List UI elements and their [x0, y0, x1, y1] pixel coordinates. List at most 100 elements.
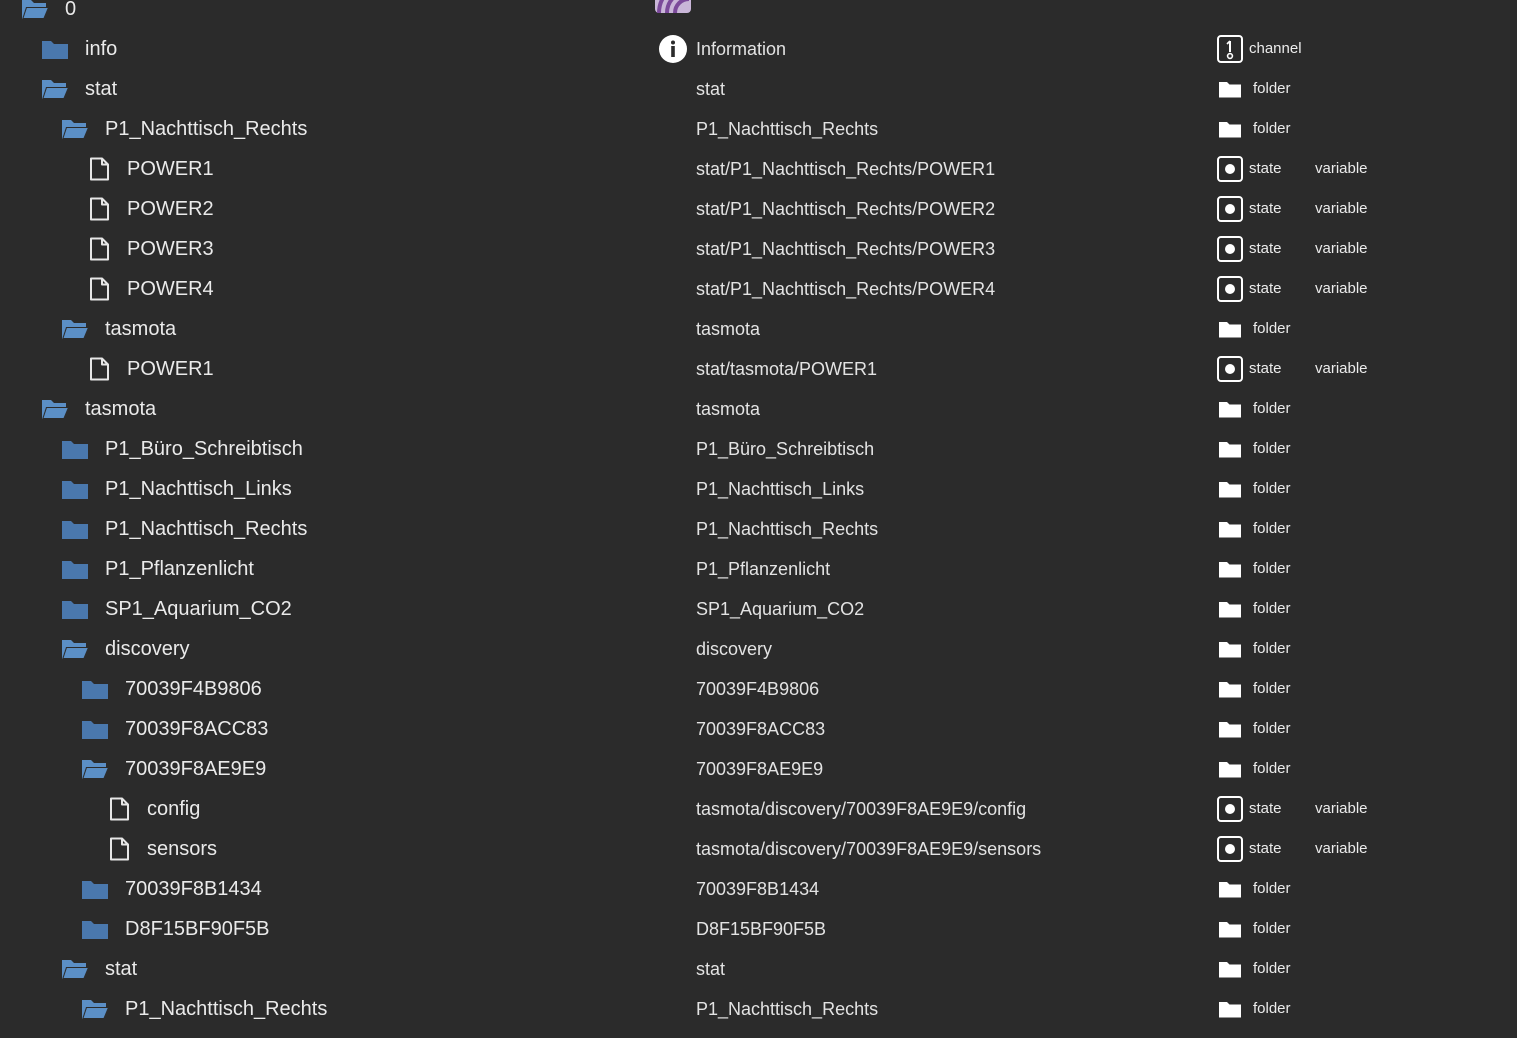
tree-node[interactable]: config: [105, 789, 200, 829]
tree-node[interactable]: POWER4: [85, 269, 214, 309]
tree-node[interactable]: tasmota: [40, 389, 156, 429]
state-type-icon: [1216, 275, 1244, 303]
tree-node[interactable]: P1_Nachttisch_Rechts: [60, 509, 307, 549]
folder-open-icon[interactable]: [80, 757, 110, 781]
node-role-label: variable: [1315, 800, 1368, 817]
tree-node-label: tasmota: [105, 317, 177, 340]
tree-node[interactable]: P1_Pflanzenlicht: [60, 549, 254, 589]
file-icon[interactable]: [105, 837, 135, 861]
folder-open-icon[interactable]: [60, 957, 90, 981]
node-role-label: variable: [1315, 200, 1368, 217]
tree-row[interactable]: discovery discovery folder: [0, 629, 1517, 669]
tree-node[interactable]: POWER3: [85, 229, 214, 269]
tree-row[interactable]: P1_Nachttisch_Rechts P1_Nachttisch_Rechts…: [0, 989, 1517, 1029]
tree-node[interactable]: info: [40, 29, 117, 69]
node-type-label: state: [1249, 360, 1282, 377]
folder-type-icon: [1216, 915, 1244, 943]
folder-closed-icon[interactable]: [80, 717, 110, 741]
tree-node[interactable]: 70039F8AE9E9: [80, 749, 266, 789]
tree-row[interactable]: info Information channel: [0, 29, 1517, 69]
tree-node[interactable]: tasmota: [60, 309, 176, 349]
folder-closed-icon[interactable]: [80, 677, 110, 701]
tree-node[interactable]: P1_Nachttisch_Rechts: [60, 109, 307, 149]
tree-row[interactable]: D8F15BF90F5B D8F15BF90F5B folder: [0, 909, 1517, 949]
folder-closed-icon[interactable]: [80, 917, 110, 941]
tree-row[interactable]: stat stat folder: [0, 69, 1517, 109]
file-icon[interactable]: [85, 237, 115, 261]
tree-row[interactable]: 0: [0, 0, 1517, 29]
folder-open-icon[interactable]: [60, 637, 90, 661]
tree-row[interactable]: tasmota tasmota folder: [0, 309, 1517, 349]
node-description: stat: [696, 79, 726, 99]
folder-closed-icon[interactable]: [40, 37, 70, 61]
node-description: discovery: [696, 639, 773, 659]
folder-closed-icon[interactable]: [60, 517, 90, 541]
tree-node[interactable]: 0: [20, 0, 76, 29]
tree-node[interactable]: sensors: [105, 829, 217, 869]
node-description: stat/tasmota/POWER1: [696, 359, 878, 379]
state-type-icon: [1216, 795, 1244, 823]
node-type-label: folder: [1253, 80, 1291, 97]
tree-row[interactable]: SP1_Aquarium_CO2 SP1_Aquarium_CO2 folder: [0, 589, 1517, 629]
node-description: P1_Pflanzenlicht: [696, 559, 831, 579]
tree-row[interactable]: POWER3 stat/P1_Nachttisch_Rechts/POWER3 st…: [0, 229, 1517, 269]
tree-node[interactable]: stat: [40, 69, 117, 109]
tree-node[interactable]: D8F15BF90F5B: [80, 909, 270, 949]
tree-node[interactable]: POWER2: [85, 189, 214, 229]
tree-node[interactable]: SP1_Aquarium_CO2: [60, 589, 292, 629]
adapter-logo-icon: [655, 0, 691, 14]
file-icon[interactable]: [85, 157, 115, 181]
node-description: stat/P1_Nachttisch_Rechts/POWER3: [696, 239, 996, 259]
node-description: tasmota: [696, 399, 761, 419]
folder-type-icon: [1216, 635, 1244, 663]
folder-open-icon[interactable]: [40, 77, 70, 101]
folder-open-icon[interactable]: [80, 997, 110, 1021]
tree-row[interactable]: P1_Nachttisch_Links P1_Nachttisch_Links fo…: [0, 469, 1517, 509]
tree-row[interactable]: POWER1 stat/tasmota/POWER1 state variable: [0, 349, 1517, 389]
tree-node[interactable]: 70039F8ACC83: [80, 709, 268, 749]
folder-open-icon[interactable]: [60, 117, 90, 141]
folder-closed-icon[interactable]: [60, 437, 90, 461]
tree-node-label: tasmota: [85, 397, 157, 420]
tree-node[interactable]: POWER1: [85, 149, 214, 189]
tree-row[interactable]: tasmota tasmota folder: [0, 389, 1517, 429]
file-icon[interactable]: [85, 197, 115, 221]
tree-row[interactable]: P1_Nachttisch_Rechts P1_Nachttisch_Rechts…: [0, 109, 1517, 149]
tree-row[interactable]: POWER4 stat/P1_Nachttisch_Rechts/POWER4 st…: [0, 269, 1517, 309]
tree-row[interactable]: sensors tasmota/discovery/70039F8AE9E9/se…: [0, 829, 1517, 869]
tree-row[interactable]: P1_Büro_Schreibtisch P1_Büro_Schreibtisch…: [0, 429, 1517, 469]
tree-node-label: config: [147, 797, 201, 820]
node-role-label: variable: [1315, 160, 1368, 177]
folder-type-icon: [1216, 715, 1244, 743]
folder-open-icon[interactable]: [60, 317, 90, 341]
tree-node[interactable]: P1_Büro_Schreibtisch: [60, 429, 303, 469]
folder-open-icon[interactable]: [20, 0, 50, 21]
node-type-label: state: [1249, 280, 1282, 297]
folder-type-icon: [1216, 595, 1244, 623]
tree-row[interactable]: P1_Pflanzenlicht P1_Pflanzenlicht folder: [0, 549, 1517, 589]
tree-row[interactable]: 70039F8B1434 70039F8B1434 folder: [0, 869, 1517, 909]
folder-closed-icon[interactable]: [60, 557, 90, 581]
tree-node[interactable]: P1_Nachttisch_Links: [60, 469, 292, 509]
tree-row[interactable]: POWER2 stat/P1_Nachttisch_Rechts/POWER2 st…: [0, 189, 1517, 229]
file-icon[interactable]: [105, 797, 135, 821]
tree-node[interactable]: stat: [60, 949, 137, 989]
tree-row[interactable]: 70039F8ACC83 70039F8ACC83 folder: [0, 709, 1517, 749]
tree-node[interactable]: discovery: [60, 629, 189, 669]
folder-open-icon[interactable]: [40, 397, 70, 421]
file-icon[interactable]: [85, 277, 115, 301]
folder-closed-icon[interactable]: [60, 597, 90, 621]
tree-node[interactable]: POWER1: [85, 349, 214, 389]
folder-closed-icon[interactable]: [80, 877, 110, 901]
tree-row[interactable]: config tasmota/discovery/70039F8AE9E9/con…: [0, 789, 1517, 829]
tree-node[interactable]: 70039F8B1434: [80, 869, 262, 909]
tree-node[interactable]: P1_Nachttisch_Rechts: [80, 989, 327, 1029]
tree-node[interactable]: 70039F4B9806: [80, 669, 262, 709]
tree-row[interactable]: POWER1 stat/P1_Nachttisch_Rechts/POWER1 st…: [0, 149, 1517, 189]
tree-row[interactable]: 70039F4B9806 70039F4B9806 folder: [0, 669, 1517, 709]
folder-closed-icon[interactable]: [60, 477, 90, 501]
tree-row[interactable]: stat stat folder: [0, 949, 1517, 989]
tree-row[interactable]: P1_Nachttisch_Rechts P1_Nachttisch_Rechts…: [0, 509, 1517, 549]
file-icon[interactable]: [85, 357, 115, 381]
tree-row[interactable]: 70039F8AE9E9 70039F8AE9E9 folder: [0, 749, 1517, 789]
